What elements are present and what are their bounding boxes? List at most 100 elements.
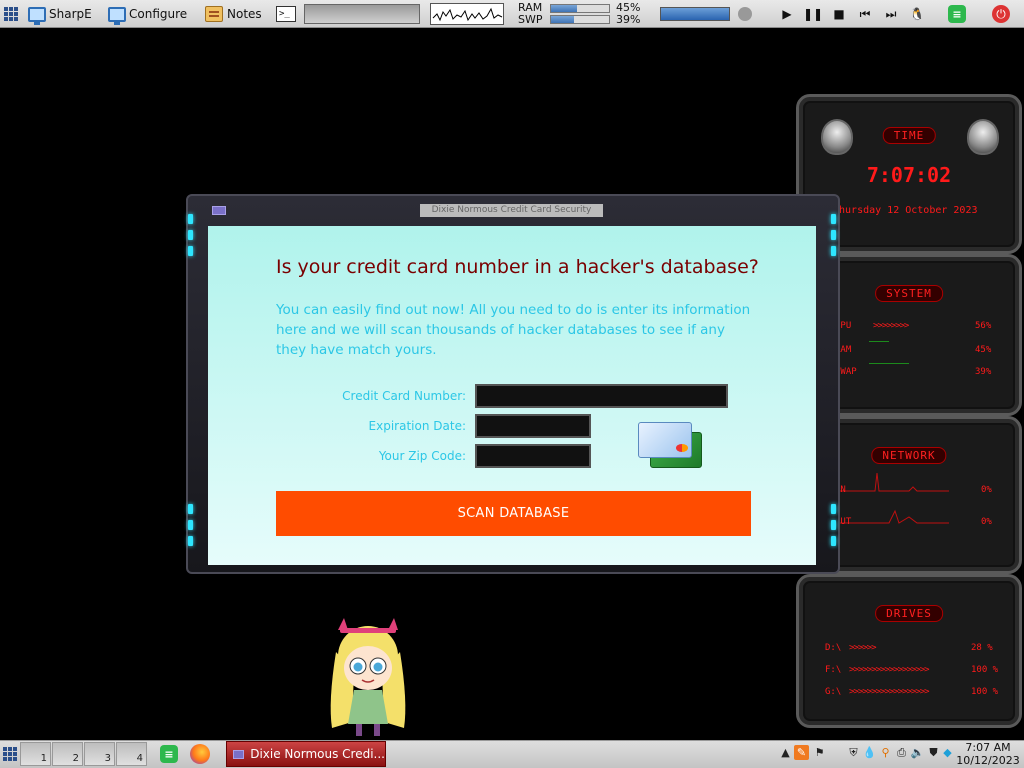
intro-text: You can easily find out now! All you nee… (276, 302, 751, 358)
launcher-sharpe[interactable]: SharpE (28, 0, 92, 28)
ram-swap-meters (550, 0, 610, 28)
card-number-input[interactable] (475, 384, 728, 408)
terminal-button[interactable]: >_ (276, 0, 296, 28)
tray-notes-icon[interactable]: ✎ (794, 745, 809, 760)
pause-icon: ❚❚ (802, 7, 824, 21)
volume-slider[interactable] (660, 0, 730, 28)
zip-code-input[interactable] (475, 444, 591, 468)
network-in-value: 0% (981, 485, 992, 495)
taskbar-clock[interactable]: 7:07 AM 10/12/2023 (952, 741, 1024, 767)
drive-g-value: 100 % (971, 687, 999, 697)
network-widget-title: NETWORK (871, 447, 947, 464)
terminal-icon: >_ (276, 6, 296, 22)
launcher-sharpe-label: SharpE (49, 7, 92, 21)
firefox-icon (190, 744, 210, 764)
launcher-notes-label: Notes (227, 7, 262, 21)
drive-d-bar: >>>>>> (849, 643, 876, 653)
zip-code-label: Your Zip Code: (378, 449, 466, 463)
cpu-graph-icon (430, 3, 504, 25)
play-button[interactable]: ▶ (776, 0, 798, 28)
stop-button[interactable]: ■ (828, 0, 850, 28)
monitor-icon (28, 6, 46, 25)
tray-flag-icon[interactable]: ⚑ (812, 745, 827, 760)
audio-app-button[interactable] (738, 0, 752, 28)
cpu-value: 56% (975, 321, 992, 331)
app-grid-icon (3, 747, 17, 761)
launcher-notes[interactable]: Notes (205, 0, 262, 28)
time-widget-clock: 7:07:02 (866, 163, 952, 187)
drive-g-label: G:\ (825, 687, 842, 697)
network-out-value: 0% (981, 517, 992, 527)
taskbar-firefox-launcher[interactable] (190, 740, 210, 768)
pause-button[interactable]: ❚❚ (802, 0, 824, 28)
expiration-date-input[interactable] (475, 414, 591, 438)
led-indicator (188, 520, 193, 530)
blank-panel-widget (304, 4, 420, 24)
alien-icon (821, 119, 853, 155)
led-indicator (831, 504, 836, 514)
tray-shield-icon[interactable]: ⛨ (846, 745, 861, 760)
next-button[interactable]: ⏭ (880, 0, 902, 28)
drive-g-bar: >>>>>>>>>>>>>>>>>> (849, 687, 930, 697)
tray-search-icon[interactable]: ⚲ (878, 745, 893, 760)
tray-security-icon[interactable]: ⛊ (926, 745, 941, 760)
tray-drop-icon[interactable]: 💧 (862, 745, 877, 760)
alien-icon (967, 119, 999, 155)
workspace-4[interactable]: 4 (116, 742, 147, 766)
taskbar-chat-launcher[interactable]: ≡ (160, 740, 178, 768)
chat-button[interactable]: ≡ (948, 0, 966, 28)
monitor-icon (108, 6, 126, 25)
swap-trace (869, 363, 909, 364)
window-list-area[interactable] (304, 0, 420, 28)
led-indicator (831, 520, 836, 530)
volume-bar (660, 7, 730, 21)
taskbar-menu-button[interactable] (3, 740, 17, 768)
app-menu-button[interactable] (4, 0, 18, 28)
page-headline: Is your credit card number in a hacker's… (276, 256, 759, 278)
ram-row-value: 45% (975, 345, 992, 355)
previous-button[interactable]: ⏮ (854, 0, 876, 28)
clock-date: 10/12/2023 (956, 754, 1020, 767)
next-icon: ⏭ (885, 6, 897, 21)
swap-value: 39% (975, 367, 992, 377)
ram-swap-percents: 45% 39% (610, 0, 640, 28)
taskbar-window-label: Dixie Normous Credi... (250, 747, 385, 761)
drives-widget: DRIVES D:\ >>>>>> 28 % F:\ >>>>>>>>>>>>>… (796, 574, 1022, 728)
launcher-configure-label: Configure (129, 7, 188, 21)
notes-icon (205, 6, 223, 22)
network-graph (839, 472, 949, 524)
tray-expand-icon[interactable]: ▲ (778, 745, 793, 760)
swp-meter (550, 15, 610, 24)
card-number-label: Credit Card Number: (342, 389, 466, 403)
cartoon-character-image (330, 618, 406, 736)
scan-database-button[interactable]: SCAN DATABASE (276, 491, 751, 536)
workspace-2[interactable]: 2 (52, 742, 83, 766)
led-indicator (831, 214, 836, 224)
drive-d-value: 28 % (971, 643, 993, 653)
clock-time: 7:07 AM (965, 741, 1011, 754)
drive-d-label: D:\ (825, 643, 842, 653)
swp-label: SWP (518, 13, 543, 26)
previous-icon: ⏮ (859, 6, 871, 21)
window-app-icon (233, 749, 245, 759)
media-app-button[interactable]: 🐧 (906, 0, 928, 28)
swp-meter-fill (551, 16, 574, 23)
chat-icon: ≡ (948, 5, 966, 23)
window-title[interactable]: Dixie Normous Credit Card Security (420, 204, 603, 217)
blue-card (638, 422, 692, 458)
system-widget-title: SYSTEM (875, 285, 943, 302)
ram-swap-labels: RAM SWP (518, 0, 548, 28)
expiration-date-label: Expiration Date: (368, 419, 466, 433)
speaker-icon (738, 7, 752, 21)
power-button[interactable]: ⏻ (992, 0, 1010, 28)
ram-meter (550, 4, 610, 13)
led-indicator (188, 536, 193, 546)
workspace-3[interactable]: 3 (84, 742, 115, 766)
tray-network-icon[interactable]: ⎙ (894, 745, 909, 760)
launcher-configure[interactable]: Configure (108, 0, 187, 28)
cpu-graph (430, 0, 504, 28)
tray-volume-icon[interactable]: 🔈 (910, 745, 925, 760)
drive-f-value: 100 % (971, 665, 999, 675)
taskbar-window-button[interactable]: Dixie Normous Credi... (226, 741, 386, 767)
workspace-1[interactable]: 1 (20, 742, 51, 766)
